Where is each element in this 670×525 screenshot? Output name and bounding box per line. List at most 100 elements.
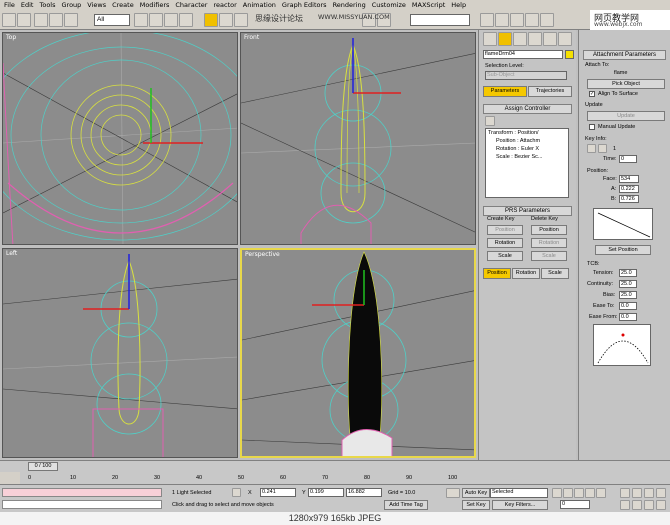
menu-edit[interactable]: Edit — [17, 1, 36, 9]
go-to-start-icon[interactable] — [552, 488, 562, 498]
window-crossing-icon[interactable] — [179, 13, 193, 27]
link-icon[interactable] — [34, 13, 48, 27]
go-to-end-icon[interactable] — [596, 488, 606, 498]
time-field[interactable]: 0 — [619, 155, 637, 163]
menu-tools[interactable]: Tools — [35, 1, 57, 9]
fov-icon[interactable] — [620, 500, 630, 510]
maximize-viewport-icon[interactable] — [656, 500, 666, 510]
viewport-top[interactable]: Top — [2, 32, 238, 245]
viewport-left[interactable]: Left — [2, 248, 238, 458]
orbit-icon[interactable] — [644, 500, 654, 510]
menu-graph-editors[interactable]: Graph Editors — [278, 1, 329, 9]
assign-controller-rollout[interactable]: Assign Controller — [483, 104, 572, 114]
tree-item-transform[interactable]: Transform : Position/ — [488, 130, 539, 136]
tension-field[interactable]: 25.0 — [619, 269, 637, 277]
maxscript-input[interactable] — [2, 500, 162, 509]
x-coordinate[interactable]: 0.241 — [260, 488, 296, 497]
material-editor-icon[interactable] — [510, 13, 524, 27]
motion-tab-icon[interactable] — [528, 32, 542, 46]
time-slider[interactable]: 0 / 100 — [0, 460, 670, 472]
quick-render-icon[interactable] — [540, 13, 554, 27]
menu-rendering[interactable]: Rendering — [329, 1, 368, 9]
zoom-icon[interactable] — [620, 488, 630, 498]
delete-key-position-button[interactable]: Position — [531, 225, 567, 235]
prev-frame-icon[interactable] — [563, 488, 573, 498]
z-coordinate[interactable]: 16.882 — [346, 488, 382, 497]
delete-key-scale-button[interactable]: Scale — [531, 251, 567, 261]
unlink-icon[interactable] — [49, 13, 63, 27]
manual-update-checkbox[interactable] — [589, 124, 595, 130]
tab-parameters[interactable]: Parameters — [483, 86, 527, 97]
set-key-button[interactable]: Set Key — [462, 500, 490, 510]
hierarchy-tab-icon[interactable] — [513, 32, 527, 46]
key-mode-icon[interactable] — [446, 488, 460, 498]
next-key-icon[interactable] — [598, 144, 607, 153]
delete-key-rotation-button[interactable]: Rotation — [531, 238, 567, 248]
ease-to-field[interactable]: 0.0 — [619, 302, 637, 310]
prs-parameters-rollout[interactable]: PRS Parameters — [483, 206, 572, 216]
scale-icon[interactable] — [234, 13, 248, 27]
update-button[interactable]: Update — [587, 111, 665, 121]
play-icon[interactable] — [574, 488, 584, 498]
redo-icon[interactable] — [17, 13, 31, 27]
menu-views[interactable]: Views — [83, 1, 108, 9]
create-key-position-button[interactable]: Position — [487, 225, 523, 235]
ease-from-field[interactable]: 0.0 — [619, 313, 637, 321]
schematic-view-icon[interactable] — [495, 13, 509, 27]
next-frame-icon[interactable] — [585, 488, 595, 498]
select-icon[interactable] — [134, 13, 148, 27]
selection-filter-dropdown[interactable]: All — [94, 14, 130, 26]
align-to-surface-checkbox[interactable]: ✓ — [589, 91, 595, 97]
viewport-perspective[interactable]: Perspective — [240, 248, 476, 458]
tree-item-position[interactable]: Position : Attachm — [496, 138, 540, 144]
tree-item-scale[interactable]: Scale : Bezier Sc... — [496, 154, 542, 160]
create-key-rotation-button[interactable]: Rotation — [487, 238, 523, 248]
zoom-extents-icon[interactable] — [644, 488, 654, 498]
prs-position-button[interactable]: Position — [483, 268, 511, 279]
menu-animation[interactable]: Animation — [239, 1, 278, 9]
menu-character[interactable]: Character — [171, 1, 209, 9]
auto-key-button[interactable]: Auto Key — [462, 488, 490, 498]
viewport-front[interactable]: Front — [240, 32, 476, 245]
region-select-icon[interactable] — [164, 13, 178, 27]
continuity-field[interactable]: 25.0 — [619, 280, 637, 288]
menu-help[interactable]: Help — [447, 1, 468, 9]
rotate-icon[interactable] — [219, 13, 233, 27]
track-bar[interactable]: 0 10 20 30 40 50 60 70 80 90 100 — [0, 472, 670, 484]
render-scene-icon[interactable] — [525, 13, 539, 27]
prev-key-icon[interactable] — [587, 144, 596, 153]
menu-file[interactable]: File — [0, 1, 17, 9]
lock-icon[interactable] — [232, 488, 241, 497]
menu-modifiers[interactable]: Modifiers — [136, 1, 172, 9]
assign-controller-icon[interactable] — [485, 116, 495, 126]
set-position-button[interactable]: Set Position — [595, 245, 651, 255]
menu-customize[interactable]: Customize — [368, 1, 408, 9]
face-field[interactable]: 534 — [619, 175, 639, 183]
filters-icon[interactable] — [0, 472, 20, 484]
create-tab-icon[interactable] — [483, 32, 497, 46]
modify-tab-icon[interactable] — [498, 32, 512, 46]
key-filters-button[interactable]: Key Filters... — [492, 500, 548, 510]
add-time-tag-button[interactable]: Add Time Tag — [384, 500, 428, 510]
tree-item-rotation[interactable]: Rotation : Euler X — [496, 146, 539, 152]
create-key-scale-button[interactable]: Scale — [487, 251, 523, 261]
object-name-field[interactable]: flameDrm04 — [483, 50, 563, 59]
pick-object-button[interactable]: Pick Object — [587, 79, 665, 89]
maxscript-listener[interactable] — [2, 488, 162, 497]
current-frame-field[interactable]: 0 — [560, 500, 590, 509]
bind-icon[interactable] — [64, 13, 78, 27]
menu-reactor[interactable]: reactor — [209, 1, 238, 9]
utilities-tab-icon[interactable] — [558, 32, 572, 46]
object-color-swatch[interactable] — [565, 50, 574, 59]
move-icon[interactable] — [204, 13, 218, 27]
menu-group[interactable]: Group — [58, 1, 84, 9]
pan-icon[interactable] — [632, 500, 642, 510]
controller-tree[interactable]: Transform : Position/ Position : Attachm… — [485, 128, 569, 198]
a-field[interactable]: 0.222 — [619, 185, 639, 193]
b-field[interactable]: 0.726 — [619, 195, 639, 203]
display-tab-icon[interactable] — [543, 32, 557, 46]
zoom-all-icon[interactable] — [632, 488, 642, 498]
menu-create[interactable]: Create — [108, 1, 136, 9]
zoom-extents-all-icon[interactable] — [656, 488, 666, 498]
y-coordinate[interactable]: 0.199 — [308, 488, 344, 497]
